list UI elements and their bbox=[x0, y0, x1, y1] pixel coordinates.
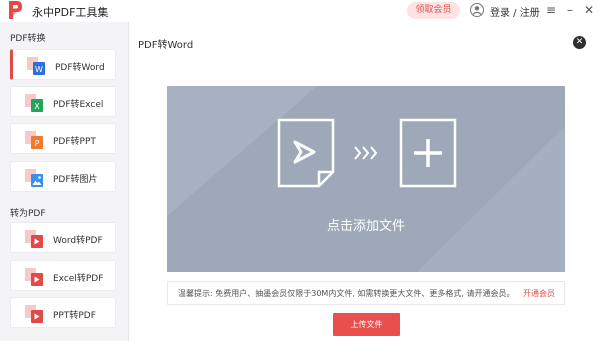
file-drop-zone[interactable]: 点击添加文件 bbox=[167, 86, 565, 272]
sidebar-item-label: PPT转PDF bbox=[53, 311, 96, 321]
section-title-to-pdf: 转为PDF bbox=[10, 209, 46, 219]
pdf-icon bbox=[25, 230, 43, 248]
sidebar-item-excel-to-pdf[interactable]: Excel转PDF bbox=[10, 260, 116, 291]
pdf-document-icon bbox=[277, 118, 335, 188]
excel-icon: X bbox=[25, 94, 43, 112]
add-file-plus-icon bbox=[399, 118, 457, 188]
minimize-icon[interactable]: – bbox=[562, 1, 578, 19]
tip-text: 温馨提示: 免费用户、抽墨会员仅限于30M内文件, 如需转换更大文件、更多格式,… bbox=[178, 289, 515, 298]
sidebar-item-ppt-to-pdf[interactable]: PPT转PDF bbox=[10, 297, 116, 328]
sidebar-item-pdf-to-word[interactable]: W PDF转Word bbox=[10, 49, 116, 80]
claim-vip-button[interactable]: 领取会员 bbox=[407, 2, 460, 19]
main-panel: PDF转Word ✕ 点击添加文件 温馨提示: 免费用户、抽墨会员仅限于30M内… bbox=[130, 22, 601, 341]
sidebar-item-word-to-pdf[interactable]: Word转PDF bbox=[10, 222, 116, 253]
menu-icon[interactable]: ≡ bbox=[543, 1, 559, 19]
app-window: 永中PDF工具集 领取会员 登录 / 注册 ≡ – ✕ PDF转换 W PDF转… bbox=[0, 0, 601, 341]
sidebar-item-pdf-to-ppt[interactable]: P PDF转PPT bbox=[10, 123, 116, 154]
ppt-icon: P bbox=[25, 131, 43, 149]
double-chevron-right-icon bbox=[354, 146, 378, 160]
image-icon bbox=[25, 169, 43, 187]
drop-zone-background bbox=[167, 86, 565, 272]
user-avatar-icon[interactable] bbox=[470, 3, 484, 17]
panel-close-icon[interactable]: ✕ bbox=[573, 36, 586, 49]
upload-file-button[interactable]: 上传文件 bbox=[333, 313, 400, 336]
word-icon: W bbox=[27, 57, 45, 75]
page-title: PDF转Word bbox=[138, 40, 194, 51]
open-vip-link[interactable]: 开通会员 bbox=[523, 288, 555, 299]
sidebar: PDF转换 W PDF转Word X PDF转Excel P PDF转PPT P… bbox=[0, 22, 129, 341]
app-title: 永中PDF工具集 bbox=[32, 6, 109, 19]
sidebar-item-label: PDF转Excel bbox=[53, 100, 104, 110]
pdf-icon bbox=[25, 268, 43, 286]
svg-text:W: W bbox=[35, 65, 43, 74]
sidebar-item-label: PDF转图片 bbox=[53, 175, 98, 185]
sidebar-item-pdf-to-image[interactable]: PDF转图片 bbox=[10, 161, 116, 192]
sidebar-item-label: PDF转Word bbox=[55, 63, 105, 73]
svg-text:P: P bbox=[35, 139, 40, 148]
pdf-icon bbox=[25, 305, 43, 323]
app-logo-icon bbox=[9, 1, 22, 19]
sidebar-item-label: Excel转PDF bbox=[53, 274, 104, 284]
drop-zone-label: 点击添加文件 bbox=[326, 219, 405, 234]
section-title-pdf-convert: PDF转换 bbox=[10, 34, 46, 44]
tip-bar: 温馨提示: 免费用户、抽墨会员仅限于30M内文件, 如需转换更大文件、更多格式,… bbox=[167, 281, 565, 305]
sidebar-item-pdf-to-excel[interactable]: X PDF转Excel bbox=[10, 86, 116, 117]
login-register-link[interactable]: 登录 / 注册 bbox=[490, 4, 540, 19]
sidebar-item-label: PDF转PPT bbox=[53, 137, 96, 147]
svg-text:X: X bbox=[34, 102, 40, 111]
window-close-icon[interactable]: ✕ bbox=[581, 1, 597, 19]
sidebar-item-label: Word转PDF bbox=[53, 236, 103, 246]
title-bar: 永中PDF工具集 领取会员 登录 / 注册 ≡ – ✕ bbox=[0, 0, 601, 22]
